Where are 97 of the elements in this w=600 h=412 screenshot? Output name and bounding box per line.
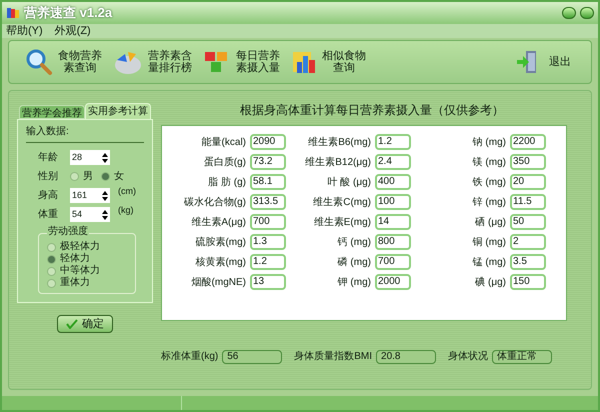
value-field[interactable]: 14 — [375, 214, 411, 230]
nutrient-label: 蛋白质(g) — [204, 156, 246, 170]
radio-label: 女 — [114, 170, 124, 184]
field-label: 性别 — [38, 170, 59, 184]
radio-button[interactable] — [47, 266, 56, 276]
radio-button[interactable] — [47, 278, 56, 288]
value-field[interactable]: 2 — [510, 234, 546, 250]
summary-label: 身体质量指数BMI — [294, 350, 372, 364]
value-field[interactable]: 1.3 — [250, 234, 286, 250]
nutrient-label: 烟酸(mgNE) — [192, 276, 246, 290]
value-field[interactable]: 20 — [510, 174, 546, 190]
radio-label: 中等体力 — [60, 265, 100, 276]
menu-item[interactable]: 帮助(Y) — [6, 22, 43, 40]
nutrient-label: 碘 (μg) — [475, 276, 506, 290]
radio-button[interactable] — [101, 172, 110, 181]
toolbar-button[interactable]: 营养素含量排行榜 — [113, 48, 193, 76]
value-field[interactable]: 2.4 — [375, 154, 411, 170]
field-label: 身高 — [38, 188, 59, 203]
summary-label: 身体状况 — [448, 350, 488, 364]
value-field[interactable]: 800 — [375, 234, 411, 250]
radio-button[interactable] — [47, 254, 56, 264]
close-button[interactable] — [580, 7, 594, 19]
value-field[interactable]: 3.5 — [510, 254, 546, 270]
exit-button[interactable]: 退出 — [515, 49, 571, 75]
spin-arrows-icon — [102, 210, 108, 220]
value-field[interactable]: 2090 — [250, 134, 286, 150]
field-label: 体重 — [38, 208, 59, 222]
value-field[interactable]: 2000 — [375, 274, 411, 290]
nutrient-label: 钙 (mg) — [338, 236, 371, 250]
value-field[interactable]: 73.2 — [250, 154, 286, 170]
nutrient-label: 锰 (mg) — [472, 256, 506, 270]
value-field[interactable]: 400 — [375, 174, 411, 190]
nutrient-label: 锌 (mg) — [472, 196, 506, 210]
value-field[interactable]: 350 — [510, 154, 546, 170]
spin-box[interactable]: 28 — [70, 150, 110, 165]
value-field[interactable]: 700 — [375, 254, 411, 270]
value-field[interactable]: 700 — [250, 214, 286, 230]
tab[interactable]: 实用参考计算 — [85, 103, 151, 119]
toolbar-button[interactable]: 每日营养素摄入量 — [203, 49, 281, 75]
field-label: 年龄 — [38, 150, 59, 165]
nutrient-label: 磷 (mg) — [338, 256, 371, 270]
app-icon — [6, 6, 20, 20]
unit-label: (kg) — [118, 204, 134, 217]
value-field[interactable]: 150 — [510, 274, 546, 290]
minimize-button[interactable] — [562, 7, 576, 19]
radio-label: 男 — [83, 170, 93, 184]
toolbar-button[interactable]: 相似食物查询 — [291, 48, 367, 76]
value-field[interactable]: 1.2 — [250, 254, 286, 270]
results-title: 根据身高体重计算每日营养素摄入量（仅供参考） — [240, 102, 504, 119]
magnifier-icon — [25, 48, 53, 76]
nutrient-label: 硒 (μg) — [475, 216, 506, 230]
tab[interactable]: 营养学会推荐 — [19, 105, 85, 119]
value-field[interactable]: 13 — [250, 274, 286, 290]
spin-box[interactable]: 54 — [70, 207, 110, 222]
nutrient-label: 镁 (mg) — [472, 156, 506, 170]
nutrient-label: 脂 肪 (g) — [208, 176, 246, 190]
group-title: 劳动强度 — [47, 226, 89, 238]
value-field[interactable]: 11.5 — [510, 194, 546, 210]
value-field[interactable]: 1.2 — [375, 134, 411, 150]
nutrient-label: 铁 (mg) — [472, 176, 506, 190]
nutrient-label: 维生素B12(μg) — [305, 156, 371, 170]
input-heading: 输入数据: — [26, 124, 70, 139]
unit-label: (cm) — [118, 184, 136, 198]
nutrient-label: 维生素B6(mg) — [308, 136, 371, 150]
spin-arrows-icon — [102, 190, 108, 200]
nutrient-label: 维生素C(mg) — [313, 196, 371, 210]
radio-label: 重体力 — [60, 277, 90, 289]
radio-button[interactable] — [47, 242, 56, 252]
nutrient-label: 钾 (mg) — [338, 276, 371, 290]
value-field[interactable]: 58.1 — [250, 174, 286, 190]
nutrient-label: 钠 (mg) — [472, 136, 506, 150]
value-field[interactable]: 2200 — [510, 134, 546, 150]
confirm-button[interactable]: 确定 — [57, 315, 113, 333]
nutrient-label: 碳水化合物(g) — [184, 196, 246, 210]
radio-label: 极轻体力 — [60, 241, 100, 252]
nutrient-label: 核黄素(mg) — [195, 256, 246, 270]
radio-button[interactable] — [70, 172, 79, 181]
nutrient-label: 叶 酸 (μg) — [327, 176, 371, 190]
nutrient-label: 维生素E(mg) — [314, 216, 371, 230]
nutrient-label: 维生素A(μg) — [191, 216, 246, 230]
nutrient-label: 能量(kcal) — [202, 136, 246, 150]
window-title: 营养速查 v1.2a — [24, 4, 112, 22]
radio-label: 轻体力 — [60, 253, 90, 264]
check-icon — [66, 319, 78, 329]
value-field[interactable]: 50 — [510, 214, 546, 230]
value-field[interactable]: 313.5 — [250, 194, 286, 210]
summary-field: 体重正常 — [492, 350, 552, 364]
summary-field: 56 — [222, 350, 282, 364]
nutrient-label: 铜 (mg) — [472, 236, 506, 250]
value-field[interactable]: 100 — [375, 194, 411, 210]
spin-arrows-icon — [102, 152, 108, 162]
summary-field: 20.8 — [376, 350, 436, 364]
toolbar-button[interactable]: 食物营养素查询 — [25, 48, 103, 76]
summary-label: 标准体重(kg) — [161, 350, 218, 364]
menu-item[interactable]: 外观(Z) — [54, 22, 91, 40]
nutrient-label: 硫胺素(mg) — [195, 236, 246, 250]
spin-box[interactable]: 161 — [70, 188, 110, 203]
